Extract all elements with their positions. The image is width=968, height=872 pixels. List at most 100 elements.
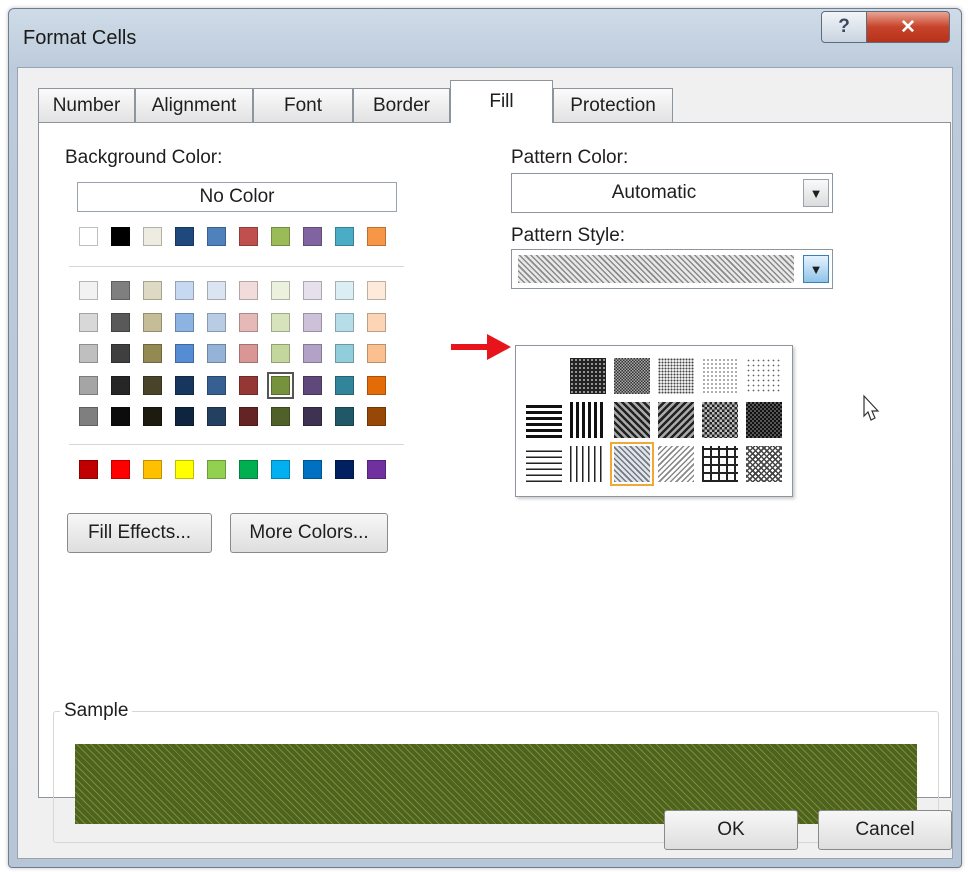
chevron-down-icon[interactable]: ▼ <box>803 179 829 207</box>
tint-color-swatch[interactable] <box>271 407 290 426</box>
pattern-option-horizontal-stripe[interactable] <box>526 402 562 438</box>
standard-color-swatch[interactable] <box>303 460 322 479</box>
tint-color-swatch[interactable] <box>79 375 98 395</box>
tint-color-swatch[interactable] <box>303 312 322 332</box>
no-color-button[interactable]: No Color <box>77 182 397 212</box>
pattern-option-reverse-diagonal-stripe[interactable] <box>614 402 650 438</box>
standard-color-swatch[interactable] <box>367 460 386 479</box>
tint-color-swatch[interactable] <box>367 375 386 395</box>
tint-color-swatch[interactable] <box>335 344 354 363</box>
tint-color-swatch[interactable] <box>267 371 294 399</box>
tint-color-swatch[interactable] <box>143 281 162 300</box>
tint-color-swatch[interactable] <box>335 407 354 426</box>
tint-color-swatch[interactable] <box>367 407 386 426</box>
pattern-option-thick-diagonal-crosshatch[interactable] <box>746 402 782 438</box>
pattern-option-12.5-gray[interactable] <box>702 358 738 394</box>
tint-color-swatch[interactable] <box>271 312 290 332</box>
pattern-option-diagonal-crosshatch[interactable] <box>702 402 738 438</box>
tab-alignment[interactable]: Alignment <box>135 88 253 122</box>
tint-color-swatch[interactable] <box>143 375 162 395</box>
tint-color-swatch[interactable] <box>143 407 162 426</box>
help-button[interactable]: ? <box>821 11 867 43</box>
tint-color-swatch[interactable] <box>367 281 386 300</box>
title-bar[interactable]: Format Cells ? ✕ <box>9 9 961 67</box>
chevron-down-icon[interactable]: ▼ <box>803 255 829 283</box>
tint-color-swatch[interactable] <box>367 312 386 332</box>
theme-color-swatch[interactable] <box>79 227 98 246</box>
tint-color-swatch[interactable] <box>143 344 162 363</box>
pattern-option-thin-vertical-stripe[interactable] <box>570 446 606 482</box>
tab-number[interactable]: Number <box>38 88 135 122</box>
standard-color-swatch[interactable] <box>111 460 130 479</box>
standard-color-swatch[interactable] <box>271 460 290 479</box>
tint-color-swatch[interactable] <box>79 344 98 363</box>
tint-color-swatch[interactable] <box>303 375 322 395</box>
pattern-option-solid[interactable] <box>526 358 562 394</box>
cancel-button[interactable]: Cancel <box>818 810 952 850</box>
standard-color-swatch[interactable] <box>143 460 162 479</box>
tint-color-swatch[interactable] <box>175 281 194 300</box>
tint-color-swatch[interactable] <box>111 344 130 363</box>
tab-protection[interactable]: Protection <box>553 88 673 122</box>
pattern-option-6.25-gray[interactable] <box>746 358 782 394</box>
tint-color-swatch[interactable] <box>239 375 258 395</box>
tint-color-swatch[interactable] <box>303 407 322 426</box>
tint-color-swatch[interactable] <box>175 312 194 332</box>
standard-color-swatch[interactable] <box>335 460 354 479</box>
tint-color-swatch[interactable] <box>175 375 194 395</box>
tint-color-swatch[interactable] <box>271 281 290 300</box>
standard-color-swatch[interactable] <box>79 460 98 479</box>
pattern-option-thin-horizontal-crosshatch[interactable] <box>702 446 738 482</box>
tint-color-swatch[interactable] <box>111 281 130 300</box>
pattern-option-vertical-stripe[interactable] <box>570 402 606 438</box>
tint-color-swatch[interactable] <box>111 407 130 426</box>
tint-color-swatch[interactable] <box>335 312 354 332</box>
tint-color-swatch[interactable] <box>239 344 258 363</box>
theme-color-swatch[interactable] <box>303 227 322 246</box>
tab-font[interactable]: Font <box>253 88 353 122</box>
tint-color-swatch[interactable] <box>207 281 226 300</box>
standard-color-swatch[interactable] <box>175 460 194 479</box>
theme-color-swatch[interactable] <box>207 227 226 246</box>
more-colors-button[interactable]: More Colors... <box>230 513 388 553</box>
theme-color-swatch[interactable] <box>175 227 194 246</box>
tint-color-swatch[interactable] <box>207 407 226 426</box>
tint-color-swatch[interactable] <box>207 375 226 395</box>
theme-color-swatch[interactable] <box>143 227 162 246</box>
tint-color-swatch[interactable] <box>175 344 194 363</box>
tint-color-swatch[interactable] <box>335 375 354 395</box>
tint-color-swatch[interactable] <box>239 281 258 300</box>
theme-color-swatch[interactable] <box>239 227 258 246</box>
tint-color-swatch[interactable] <box>111 375 130 395</box>
tint-color-swatch[interactable] <box>239 312 258 332</box>
pattern-option-thin-horizontal-stripe[interactable] <box>526 446 562 482</box>
tab-border[interactable]: Border <box>353 88 450 122</box>
tint-color-swatch[interactable] <box>303 281 322 300</box>
pattern-option-25-gray[interactable] <box>658 358 694 394</box>
tint-color-swatch[interactable] <box>239 407 258 426</box>
theme-color-swatch[interactable] <box>271 227 290 246</box>
theme-color-swatch[interactable] <box>111 227 130 246</box>
pattern-option-thin-diagonal-stripe[interactable] <box>658 446 694 482</box>
tint-color-swatch[interactable] <box>111 312 130 332</box>
tint-color-swatch[interactable] <box>303 344 322 363</box>
tint-color-swatch[interactable] <box>79 281 98 300</box>
standard-color-swatch[interactable] <box>207 460 226 479</box>
tint-color-swatch[interactable] <box>207 312 226 332</box>
pattern-option-thin-diagonal-crosshatch[interactable] <box>746 446 782 482</box>
tint-color-swatch[interactable] <box>143 312 162 332</box>
tint-color-swatch[interactable] <box>175 407 194 426</box>
tint-color-swatch[interactable] <box>271 344 290 363</box>
pattern-option-50-gray[interactable] <box>614 358 650 394</box>
pattern-color-select[interactable]: Automatic ▼ <box>511 173 833 213</box>
pattern-option-diagonal-stripe[interactable] <box>658 402 694 438</box>
ok-button[interactable]: OK <box>664 810 798 850</box>
tint-color-swatch[interactable] <box>367 344 386 363</box>
tint-color-swatch[interactable] <box>79 407 98 426</box>
pattern-option-thin-reverse-diagonal-stripe[interactable] <box>610 442 654 486</box>
tint-color-swatch[interactable] <box>335 281 354 300</box>
tint-color-swatch[interactable] <box>207 344 226 363</box>
tint-color-swatch[interactable] <box>79 312 98 332</box>
theme-color-swatch[interactable] <box>335 227 354 246</box>
fill-effects-button[interactable]: Fill Effects... <box>67 513 212 553</box>
